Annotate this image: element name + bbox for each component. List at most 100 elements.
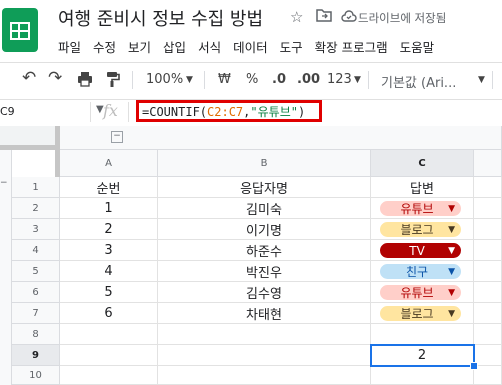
empty-cell[interactable] <box>158 324 371 345</box>
empty-cell[interactable] <box>60 366 158 385</box>
menu-view[interactable]: 보기 <box>128 37 151 57</box>
cell-number[interactable]: 3 <box>60 240 158 261</box>
fill-handle[interactable] <box>470 362 478 370</box>
cell-number[interactable]: 6 <box>60 303 158 324</box>
dropdown-chip[interactable]: 블로그 ▼ <box>380 222 461 237</box>
column-header-a[interactable]: A <box>60 150 158 177</box>
row-header[interactable]: 8 <box>12 324 60 345</box>
menu-file[interactable]: 파일 <box>58 37 81 57</box>
chip-label: 블로그 <box>400 307 434 321</box>
column-header-c[interactable]: C <box>371 150 474 177</box>
more-formats-button[interactable]: 123 <box>327 72 352 87</box>
font-select[interactable]: 기본값 (Ari... <box>381 72 456 91</box>
name-box[interactable]: C9 <box>0 105 15 118</box>
empty-cell[interactable] <box>474 366 502 385</box>
header-cell-b[interactable]: 응답자명 <box>158 177 371 198</box>
row-header[interactable]: 1 <box>12 177 60 198</box>
undo-icon[interactable]: ↶ <box>22 68 36 88</box>
menu-insert[interactable]: 삽입 <box>163 37 186 57</box>
row-header[interactable]: 6 <box>12 282 60 303</box>
empty-cell[interactable] <box>474 324 502 345</box>
menu-format[interactable]: 서식 <box>198 37 221 57</box>
header-cell-a[interactable]: 순번 <box>60 177 158 198</box>
freeze-bar-horizontal[interactable] <box>0 145 60 150</box>
row-header[interactable]: 9 <box>12 345 60 366</box>
empty-cell[interactable] <box>474 261 502 282</box>
empty-cell[interactable] <box>60 345 158 366</box>
sheets-logo-icon[interactable] <box>2 8 38 52</box>
fx-icon: fx <box>103 101 118 120</box>
empty-cell[interactable] <box>474 240 502 261</box>
cell-answer[interactable]: 블로그 ▼ <box>371 303 474 324</box>
dropdown-chip[interactable]: 블로그 ▼ <box>380 306 461 321</box>
dropdown-chip[interactable]: 유튜브 ▼ <box>380 285 461 300</box>
empty-cell[interactable] <box>60 324 158 345</box>
row-header[interactable]: 5 <box>12 261 60 282</box>
cell-name[interactable]: 김수영 <box>158 282 371 303</box>
dropdown-caret-icon: ▼ <box>448 287 455 298</box>
empty-cell[interactable] <box>474 219 502 240</box>
paint-format-icon[interactable] <box>106 71 120 92</box>
menu-edit[interactable]: 수정 <box>93 37 116 57</box>
save-status[interactable]: 드라이브에 저장됨 <box>358 10 446 26</box>
row-header[interactable]: 10 <box>12 366 60 385</box>
redo-icon[interactable]: ↷ <box>48 68 62 88</box>
row-header[interactable]: 7 <box>12 303 60 324</box>
cloud-saved-icon[interactable] <box>341 9 357 27</box>
collapse-icon[interactable]: − <box>0 178 8 188</box>
formula-input[interactable]: =COUNTIF(C2:C7,"유튜브") <box>142 103 305 120</box>
document-title[interactable]: 여행 준비시 정보 수집 방법 <box>58 5 263 31</box>
empty-cell[interactable] <box>474 303 502 324</box>
empty-cell[interactable] <box>474 198 502 219</box>
cell-name[interactable]: 이기명 <box>158 219 371 240</box>
column-header-b[interactable]: B <box>158 150 371 177</box>
currency-format-button[interactable]: ₩ <box>218 72 231 87</box>
menu-tools[interactable]: 도구 <box>280 37 303 57</box>
empty-cell[interactable] <box>474 282 502 303</box>
empty-cell[interactable] <box>474 345 502 366</box>
increase-decimal-button[interactable]: .00 <box>297 72 320 87</box>
row-header[interactable]: 2 <box>12 198 60 219</box>
collapse-icon[interactable]: − <box>111 131 123 143</box>
cell-answer[interactable]: 유튜브 ▼ <box>371 198 474 219</box>
cell-name[interactable]: 박진우 <box>158 261 371 282</box>
decrease-decimal-button[interactable]: .0 <box>272 72 286 87</box>
column-header-d[interactable] <box>474 150 502 177</box>
empty-cell[interactable] <box>158 345 371 366</box>
empty-cell[interactable] <box>371 366 474 385</box>
dropdown-caret-icon[interactable]: ▼ <box>354 75 361 85</box>
zoom-select[interactable]: 100% <box>146 72 183 87</box>
menu-extensions[interactable]: 확장 프로그램 <box>315 37 388 57</box>
menu-help[interactable]: 도움말 <box>400 37 435 57</box>
print-icon[interactable] <box>77 71 93 91</box>
cell-answer[interactable]: 친구 ▼ <box>371 261 474 282</box>
empty-cell[interactable] <box>474 177 502 198</box>
freeze-strip: − <box>60 126 502 150</box>
dropdown-chip[interactable]: TV ▼ <box>380 243 461 258</box>
cell-number[interactable]: 2 <box>60 219 158 240</box>
row-header[interactable]: 3 <box>12 219 60 240</box>
star-icon[interactable]: ☆ <box>290 8 303 26</box>
cell-name[interactable]: 김미숙 <box>158 198 371 219</box>
percent-format-button[interactable]: % <box>246 72 258 87</box>
row-header[interactable]: 4 <box>12 240 60 261</box>
cell-answer[interactable]: 블로그 ▼ <box>371 219 474 240</box>
dropdown-caret-icon[interactable]: ▼ <box>186 75 193 85</box>
dropdown-caret-icon: ▼ <box>448 308 455 319</box>
empty-cell[interactable] <box>158 366 371 385</box>
dropdown-chip[interactable]: 유튜브 ▼ <box>380 201 461 216</box>
cell-number[interactable]: 4 <box>60 261 158 282</box>
cell-number[interactable]: 1 <box>60 198 158 219</box>
cell-name[interactable]: 하준수 <box>158 240 371 261</box>
dropdown-caret-icon[interactable]: ▼ <box>478 75 485 85</box>
empty-cell[interactable] <box>371 324 474 345</box>
cell-answer[interactable]: TV ▼ <box>371 240 474 261</box>
active-cell-selection <box>370 344 475 367</box>
move-folder-icon[interactable] <box>316 8 332 26</box>
dropdown-chip[interactable]: 친구 ▼ <box>380 264 461 279</box>
cell-name[interactable]: 차태현 <box>158 303 371 324</box>
menu-data[interactable]: 데이터 <box>233 37 268 57</box>
cell-answer[interactable]: 유튜브 ▼ <box>371 282 474 303</box>
header-cell-c[interactable]: 답변 <box>371 177 474 198</box>
cell-number[interactable]: 5 <box>60 282 158 303</box>
